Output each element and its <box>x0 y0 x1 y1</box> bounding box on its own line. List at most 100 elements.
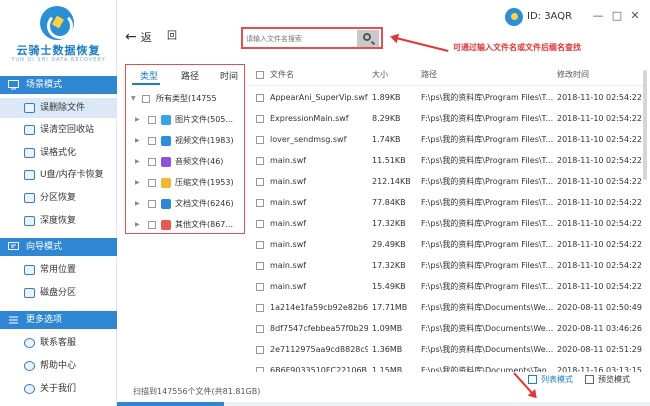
file-row[interactable]: ExpressionMain.swf 8.29KB F:\ps\我的资料库\Prog… <box>248 108 643 129</box>
row-checkbox[interactable] <box>256 241 264 249</box>
file-row[interactable]: 1a214e1fa59cb92e82b6... 17.71MB F:\ps\我的资料… <box>248 297 643 318</box>
maximize-button[interactable]: □ <box>610 9 624 23</box>
computer-icon <box>24 265 35 275</box>
sidebar-item-about-us[interactable]: 关于我们 <box>0 379 117 399</box>
row-checkbox[interactable] <box>256 325 264 333</box>
select-all-checkbox[interactable] <box>256 71 264 79</box>
checkbox[interactable] <box>148 200 156 208</box>
expand-arrow-icon[interactable]: ▶ <box>135 215 140 235</box>
column-size[interactable]: 大小 <box>372 64 388 86</box>
file-row[interactable]: main.swf 11.51KB F:\ps\我的资料库\Program Files… <box>248 150 643 171</box>
file-row[interactable]: 2e7112975aa9cd8828c9... 1.36MB F:\ps\我的资料库… <box>248 339 643 360</box>
sidebar-item-deep-recovery[interactable]: 深度恢复 <box>0 211 117 231</box>
row-checkbox[interactable] <box>256 178 264 186</box>
file-row[interactable]: lover_sendmsg.swf 1.74KB F:\ps\我的资料库\Progr… <box>248 129 643 150</box>
file-size: 1.89KB <box>372 93 401 102</box>
checkbox[interactable] <box>148 137 156 145</box>
file-row[interactable]: main.swf 17.32KB F:\ps\我的资料库\Program Files… <box>248 255 643 276</box>
expand-arrow-icon[interactable]: ▶ <box>135 194 140 214</box>
row-checkbox[interactable] <box>256 136 264 144</box>
section-wizard-mode[interactable]: 向导模式 <box>0 238 117 256</box>
expand-arrow-icon[interactable]: ▼ <box>131 89 136 109</box>
section-scene-mode[interactable]: 场景模式 <box>0 76 117 94</box>
row-checkbox[interactable] <box>256 262 264 270</box>
file-name: main.swf <box>270 282 307 291</box>
checkbox[interactable] <box>148 116 156 124</box>
sidebar-item-disk-partition[interactable]: 磁盘分区 <box>0 283 117 303</box>
category-images[interactable]: ▶ 图片文件(505... <box>126 110 244 130</box>
file-row[interactable]: AppearAni_SuperVip.swf 1.89KB F:\ps\我的资料库\… <box>248 87 643 108</box>
section-more-options[interactable]: 更多选项 <box>0 311 117 329</box>
app-window: 云骑士数据恢复 YUN QI SHI DATA RECOVERY 场景模式 误删… <box>0 0 650 406</box>
column-path[interactable]: 路径 <box>421 64 437 86</box>
user-id[interactable]: ID: 3AQR <box>505 8 572 26</box>
category-videos[interactable]: ▶ 视频文件(1983) <box>126 131 244 151</box>
sidebar-item-help-center[interactable]: 帮助中心 <box>0 356 117 376</box>
file-row[interactable]: main.swf 29.49KB F:\ps\我的资料库\Program Files… <box>248 234 643 255</box>
row-checkbox[interactable] <box>256 94 264 102</box>
search-button[interactable] <box>357 30 379 47</box>
back-button[interactable]: ← 返 <box>125 28 152 46</box>
sidebar-item-deleted-files[interactable]: 误删除文件 <box>0 98 117 118</box>
checkbox[interactable] <box>148 179 156 187</box>
category-audio[interactable]: ▶ 音频文件(46) <box>126 152 244 172</box>
file-path: F:\ps\我的资料库\Program Files\T... <box>421 198 553 207</box>
row-checkbox[interactable] <box>256 199 264 207</box>
file-row[interactable]: main.swf 17.32KB F:\ps\我的资料库\Program Files… <box>248 213 643 234</box>
expand-arrow-icon[interactable]: ▶ <box>135 131 140 151</box>
column-name[interactable]: 文件名 <box>270 64 294 86</box>
file-row[interactable]: main.swf 212.14KB F:\ps\我的资料库\Program File… <box>248 171 643 192</box>
column-modified[interactable]: 修改时间 <box>557 64 589 86</box>
tab-type[interactable]: 类型 <box>140 69 158 82</box>
category-other[interactable]: ▶ 其他文件(867... <box>126 215 244 235</box>
sidebar-item-usb-card[interactable]: U盘/内存卡恢复 <box>0 165 117 185</box>
checkbox[interactable] <box>148 221 156 229</box>
expand-arrow-icon[interactable]: ▶ <box>135 173 140 193</box>
row-checkbox[interactable] <box>256 157 264 165</box>
row-checkbox[interactable] <box>256 283 264 291</box>
search-input[interactable] <box>246 31 356 47</box>
minimize-button[interactable]: — <box>591 9 605 23</box>
row-checkbox[interactable] <box>256 115 264 123</box>
sidebar-item-format[interactable]: 误格式化 <box>0 143 117 163</box>
checkbox[interactable] <box>142 95 150 103</box>
section-label: 场景模式 <box>26 80 63 90</box>
category-label: 所有类型(14755 <box>156 94 217 103</box>
category-all-types[interactable]: ▼ 所有类型(14755 <box>126 89 244 109</box>
return-button[interactable]: 回 <box>167 28 177 46</box>
file-name: main.swf <box>270 261 307 270</box>
sidebar-item-recycle-bin[interactable]: 误清空回收站 <box>0 120 117 140</box>
row-checkbox[interactable] <box>256 346 264 354</box>
sidebar-item-label: 误格式化 <box>40 148 77 158</box>
checkbox[interactable] <box>148 158 156 166</box>
logo-icon <box>40 6 74 40</box>
sidebar-item-common-locations[interactable]: 常用位置 <box>0 260 117 280</box>
expand-arrow-icon[interactable]: ▶ <box>135 110 140 130</box>
tab-path[interactable]: 路径 <box>181 69 199 82</box>
file-row[interactable]: main.swf 15.49KB F:\ps\我的资料库\Program Files… <box>248 276 643 297</box>
file-row[interactable]: 8df7547cfebbea57f0b29... 1.09MB F:\ps\我的资料… <box>248 318 643 339</box>
file-list-scrollbar[interactable] <box>642 64 648 372</box>
sidebar-item-partition[interactable]: 分区恢复 <box>0 188 117 208</box>
file-row[interactable]: 6B6F9033510FC22106B... 1.15MB F:\ps\我的资料库\… <box>248 360 643 372</box>
user-id-label: ID: 3AQR <box>527 11 573 22</box>
brand-name: 云骑士数据恢复 <box>16 44 101 57</box>
scrollbar-thumb[interactable] <box>643 70 647 180</box>
row-checkbox[interactable] <box>256 367 264 372</box>
row-checkbox[interactable] <box>256 220 264 228</box>
category-archives[interactable]: ▶ 压缩文件(1953) <box>126 173 244 193</box>
file-size: 17.32KB <box>372 219 406 228</box>
list-mode-button[interactable]: 列表模式 <box>528 372 573 388</box>
row-checkbox[interactable] <box>256 304 264 312</box>
file-name: lover_sendmsg.swf <box>270 135 347 144</box>
file-row[interactable]: main.swf 77.84KB F:\ps\我的资料库\Program Files… <box>248 192 643 213</box>
user-avatar-icon <box>505 8 523 26</box>
expand-arrow-icon[interactable]: ▶ <box>135 152 140 172</box>
scan-progress-fill <box>117 402 224 406</box>
category-documents[interactable]: ▶ 文档文件(6246) <box>126 194 244 214</box>
preview-mode-button[interactable]: 预览模式 <box>585 372 630 388</box>
close-button[interactable]: ✕ <box>628 9 642 23</box>
tab-time[interactable]: 时间 <box>220 69 238 82</box>
file-name: 1a214e1fa59cb92e82b6... <box>270 303 368 312</box>
sidebar-item-contact-support[interactable]: 联系客服 <box>0 333 117 353</box>
